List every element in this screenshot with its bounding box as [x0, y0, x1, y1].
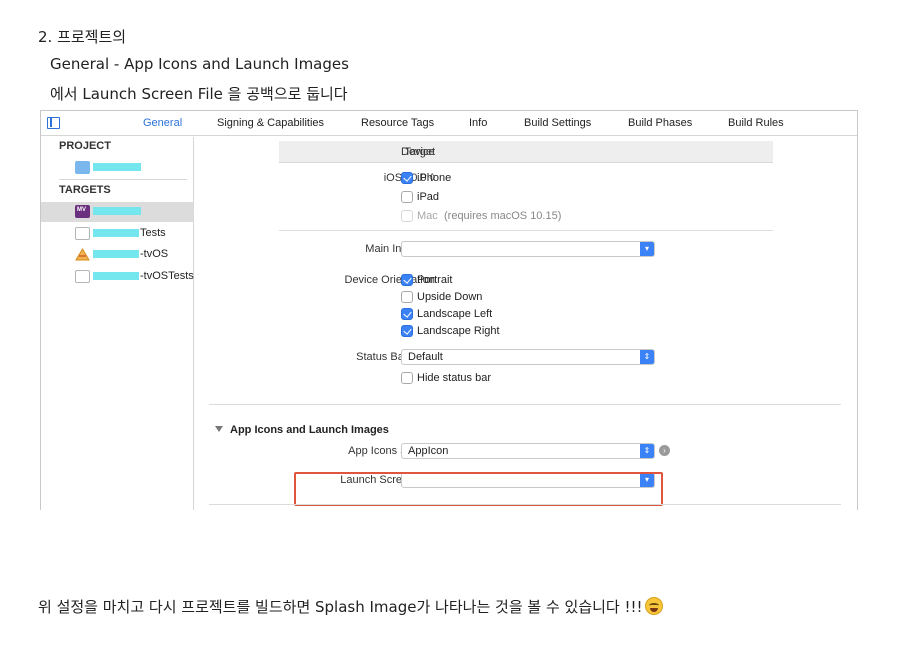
updown-chevron-icon: ⇕: [640, 444, 654, 458]
iphone-checkbox[interactable]: [401, 172, 413, 184]
sidebar-item-project[interactable]: [41, 158, 194, 178]
navigator-toggle-icon[interactable]: [47, 117, 60, 129]
status-bar-style-select[interactable]: Default ⇕: [401, 349, 655, 365]
test-bundle-icon: [75, 227, 90, 240]
project-icon: [75, 161, 90, 174]
sidebar-item-target-tvos-tests[interactable]: -tvOSTests: [41, 267, 194, 287]
tab-resource-tags[interactable]: Resource Tags: [361, 117, 434, 129]
tvos-app-icon: [75, 248, 90, 261]
target-tvos-tests-label: -tvOSTests: [93, 270, 194, 282]
upside-down-label: Upside Down: [417, 291, 483, 303]
tab-signing-capabilities[interactable]: Signing & Capabilities: [217, 117, 324, 129]
sidebar-item-target-app[interactable]: MV: [41, 202, 194, 222]
project-targets-sidebar: PROJECT TARGETS MV Tests -tvOS -tvOSTest…: [41, 137, 194, 510]
landscape-right-checkbox[interactable]: [401, 325, 413, 337]
section-divider: [279, 230, 773, 231]
updown-chevron-icon: ⇕: [640, 350, 654, 364]
project-name-redacted: [93, 161, 142, 173]
chevron-down-icon: ▾: [640, 242, 654, 256]
tests-suffix: Tests: [140, 227, 166, 239]
mac-label: Mac: [417, 210, 438, 222]
target-name-redacted: [93, 205, 142, 217]
go-to-asset-icon[interactable]: ›: [659, 445, 670, 456]
blog-instruction: 에서 Launch Screen File 을 공백으로 둡니다: [50, 85, 348, 103]
grinning-squinting-face-emoji-icon: [644, 597, 663, 615]
tab-info[interactable]: Info: [469, 117, 487, 129]
status-bar-style-value: Default: [408, 351, 443, 363]
main-interface-select[interactable]: ▾: [401, 241, 655, 257]
xcode-screenshot: General Signing & Capabilities Resource …: [40, 110, 858, 510]
portrait-label: Portrait: [417, 274, 453, 286]
disclosure-triangle-icon: [215, 426, 223, 432]
app-icons-source-value: AppIcon: [408, 445, 449, 457]
project-section-header: PROJECT: [59, 140, 111, 152]
target-tvos-label: -tvOS: [93, 248, 168, 260]
hide-status-bar-checkbox[interactable]: [401, 372, 413, 384]
mac-checkbox: [401, 210, 413, 222]
blog-conclusion-text: 위 설정을 마치고 다시 프로젝트를 빌드하면 Splash Image가 나타…: [38, 598, 643, 616]
device-column-label: Device: [401, 146, 435, 158]
blog-conclusion: 위 설정을 마치고 다시 프로젝트를 빌드하면 Splash Image가 나타…: [38, 596, 663, 617]
deployment-table-header: [279, 141, 773, 163]
upside-down-checkbox[interactable]: [401, 291, 413, 303]
app-icons-section-header[interactable]: App Icons and Launch Images: [215, 424, 389, 436]
targets-section-header: TARGETS: [59, 184, 111, 196]
general-settings-pane: Target Device iOS 10.0 ◊ iPhone iPad Mac…: [195, 137, 857, 510]
sidebar-item-target-tvos[interactable]: -tvOS: [41, 245, 194, 265]
sidebar-item-target-tests[interactable]: Tests: [41, 224, 194, 244]
landscape-left-label: Landscape Left: [417, 308, 493, 320]
sidebar-divider: [59, 179, 187, 180]
editor-tab-bar: General Signing & Capabilities Resource …: [41, 111, 857, 136]
app-icons-section-title: App Icons and Launch Images: [230, 424, 389, 436]
hide-status-bar-label: Hide status bar: [417, 372, 491, 384]
tvos-suffix: -tvOS: [140, 248, 169, 260]
blog-settings-path: General - App Icons and Launch Images: [50, 55, 349, 73]
landscape-right-label: Landscape Right: [417, 325, 500, 337]
landscape-left-checkbox[interactable]: [401, 308, 413, 320]
blog-step-heading: 2. 프로젝트의: [38, 28, 127, 46]
tab-build-phases[interactable]: Build Phases: [628, 117, 692, 129]
section-divider: [209, 504, 841, 505]
section-divider: [209, 404, 841, 405]
ipad-label: iPad: [417, 191, 440, 203]
ipad-checkbox[interactable]: [401, 191, 413, 203]
tab-build-settings[interactable]: Build Settings: [524, 117, 591, 129]
tab-general[interactable]: General: [143, 117, 182, 129]
mac-requirement-note: (requires macOS 10.15): [444, 210, 562, 222]
app-icons-source-select[interactable]: AppIcon ⇕: [401, 443, 655, 459]
tab-build-rules[interactable]: Build Rules: [728, 117, 784, 129]
target-app-icon: MV: [75, 205, 90, 218]
target-tests-label: Tests: [93, 227, 166, 239]
red-highlight-box: [294, 472, 663, 506]
portrait-checkbox[interactable]: [401, 274, 413, 286]
tvos-tests-suffix: -tvOSTests: [140, 270, 194, 282]
iphone-label: iPhone: [417, 172, 452, 184]
tvos-test-bundle-icon: [75, 270, 90, 283]
target-badge: MV: [77, 207, 86, 213]
